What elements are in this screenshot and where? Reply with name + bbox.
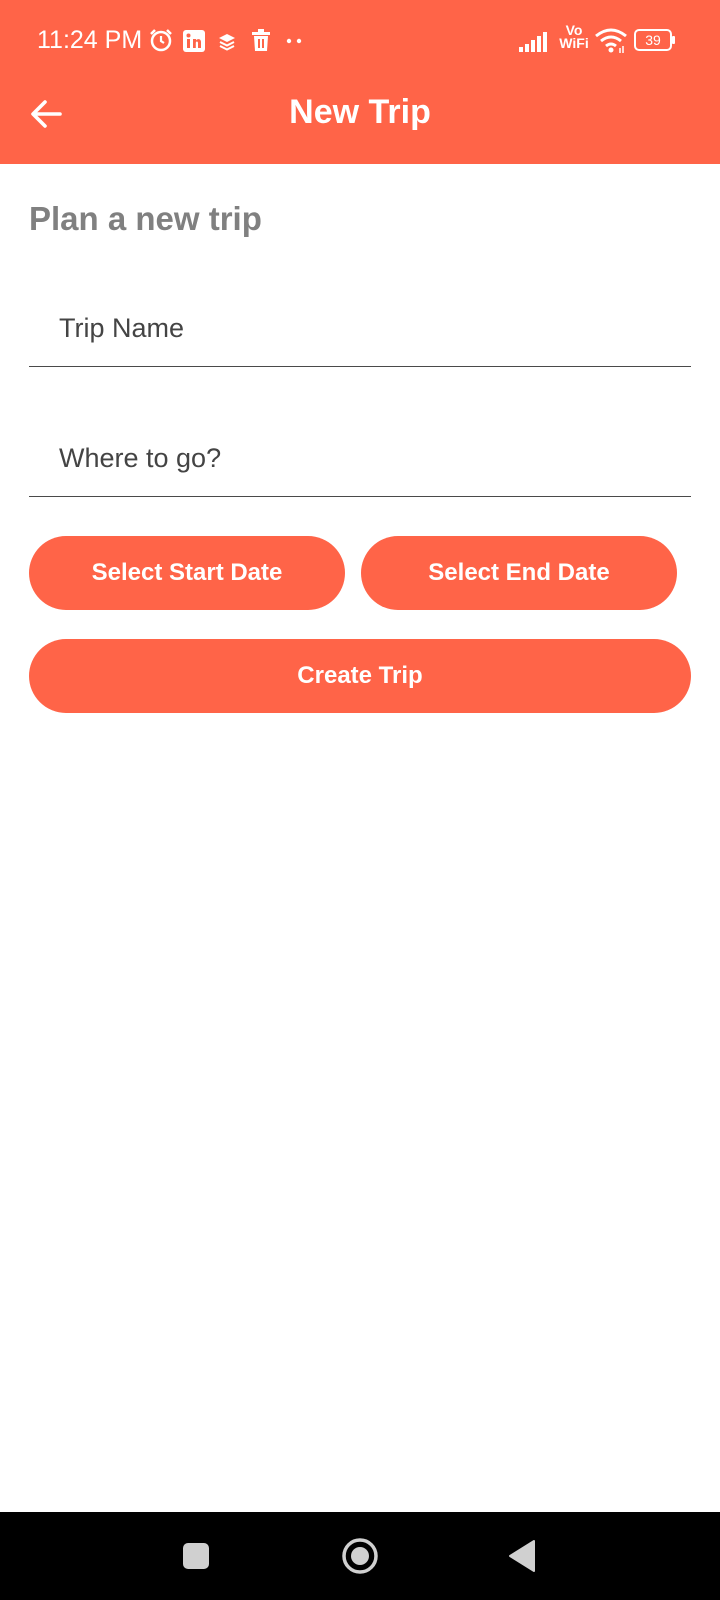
wifi-icon <box>595 28 627 53</box>
trip-name-input[interactable] <box>29 291 691 367</box>
battery-icon: 39 <box>634 29 675 51</box>
destination-input[interactable] <box>29 421 691 497</box>
more-dots-icon <box>286 38 302 44</box>
vowifi-bottom-text: WiFi <box>559 35 589 51</box>
form-heading: Plan a new trip <box>29 200 262 237</box>
back-triangle-icon[interactable] <box>508 1539 536 1573</box>
system-nav-bar <box>0 1512 720 1600</box>
vowifi-icon: Vo WiFi <box>557 23 591 51</box>
home-circle-icon[interactable] <box>340 1536 380 1576</box>
linkedin-icon <box>183 30 205 52</box>
battery-level: 39 <box>645 32 661 48</box>
select-start-date-button[interactable]: Select Start Date <box>29 536 345 610</box>
select-end-date-button[interactable]: Select End Date <box>361 536 677 610</box>
create-trip-button[interactable]: Create Trip <box>29 639 691 713</box>
alarm-icon <box>150 29 172 52</box>
app-bar: 11:24 PM Vo WiFi 39 New Trip <box>0 0 720 164</box>
status-time: 11:24 PM <box>37 26 143 54</box>
recents-square-icon[interactable] <box>182 1542 210 1570</box>
layers-icon <box>219 34 235 51</box>
signal-icon <box>519 32 547 52</box>
trash-icon <box>252 29 270 51</box>
page-title: New Trip <box>289 93 431 131</box>
status-bar: 11:24 PM Vo WiFi 39 <box>0 0 720 84</box>
